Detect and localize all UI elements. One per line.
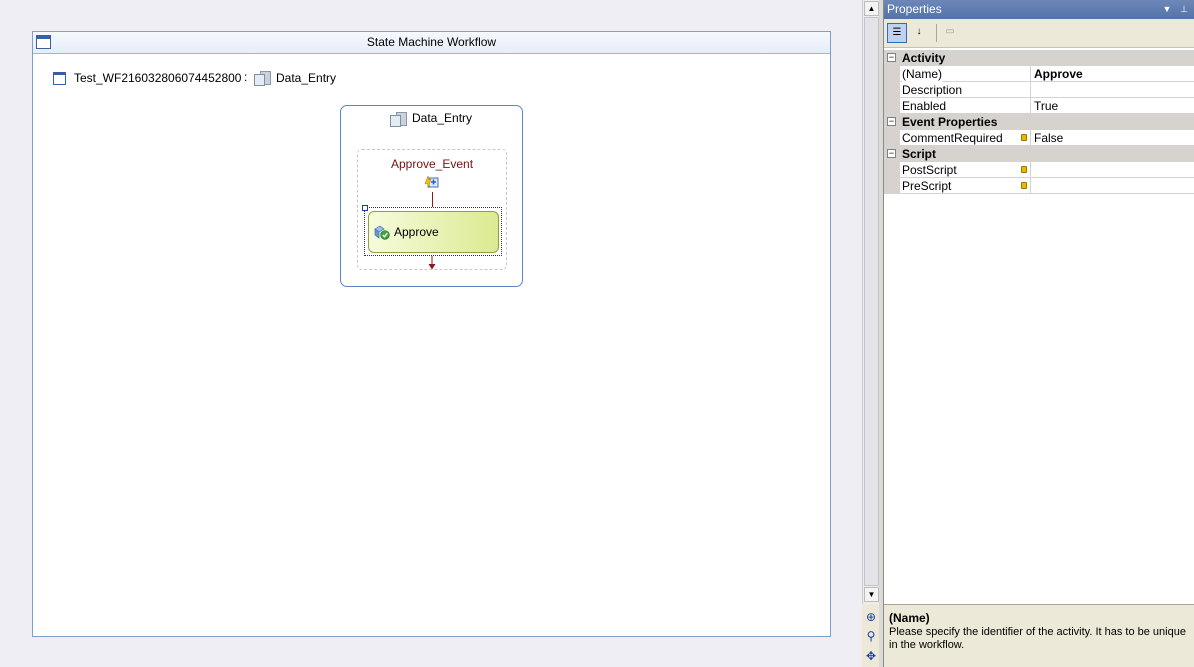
category-activity[interactable]: − Activity [884, 50, 1194, 66]
scroll-up-button[interactable]: ▲ [864, 1, 879, 16]
connector-line [432, 192, 433, 207]
properties-panel: Properties ▼ ⊥ ☰ ↓ ▭ − Activity (Name) A… [883, 0, 1194, 667]
category-script[interactable]: − Script [884, 146, 1194, 162]
selection-outline: Approve [362, 205, 502, 256]
dropdown-icon[interactable]: ▼ [1160, 0, 1174, 19]
selection-handle[interactable] [362, 205, 368, 211]
state-activity[interactable]: Data_Entry Approve_Event Approve [340, 105, 523, 287]
properties-title-bar: Properties ▼ ⊥ [884, 0, 1194, 19]
breadcrumb-separator: : [244, 70, 248, 84]
category-event-properties[interactable]: − Event Properties [884, 114, 1194, 130]
properties-toolbar: ☰ ↓ ▭ [884, 19, 1194, 48]
lock-icon [1021, 166, 1027, 173]
zoom-icon[interactable]: ⊕ [863, 609, 879, 625]
property-value-input[interactable]: True [1034, 98, 1058, 114]
property-name: CommentRequired [902, 131, 1003, 145]
breadcrumb-workflow[interactable]: Test_WF216032806074452800 [74, 70, 241, 86]
property-value-input[interactable]: False [1034, 130, 1063, 146]
event-title: Approve_Event [390, 157, 474, 171]
property-pages-icon: ▭ [945, 26, 955, 37]
workflow-title: State Machine Workflow [366, 35, 497, 49]
event-driven-activity[interactable]: Approve_Event Approve [357, 149, 507, 270]
workflow-icon [53, 72, 66, 85]
property-name: Enabled [902, 99, 947, 113]
description-text: Please specify the identifier of the act… [889, 626, 1186, 651]
workflow-icon [36, 35, 51, 49]
collapse-icon[interactable]: − [887, 149, 896, 158]
category-label: Event Properties [902, 115, 998, 129]
lock-icon [1021, 134, 1027, 141]
property-name: PreScript [902, 179, 952, 193]
property-row-name[interactable]: (Name) Approve [884, 66, 1194, 82]
arrow-down-icon [428, 256, 436, 270]
property-row-description[interactable]: Description [884, 82, 1194, 98]
alphabetical-icon[interactable]: ↓ [909, 23, 929, 43]
property-name: Description [902, 83, 963, 97]
property-description-pane: (Name) Please specify the identifier of … [884, 604, 1194, 667]
binoculars-icon[interactable]: ⚲ [863, 628, 879, 644]
workflow-header: State Machine Workflow [33, 32, 830, 54]
workflow-frame[interactable]: State Machine Workflow Test_WF2160328060… [32, 31, 831, 637]
state-icon [254, 71, 271, 86]
breadcrumb-state[interactable]: Data_Entry [276, 70, 336, 86]
designer-vertical-scrollbar[interactable]: ▲ ▼ [862, 0, 880, 604]
scroll-thumb[interactable] [864, 17, 879, 586]
collapse-icon[interactable]: − [887, 117, 896, 126]
event-driven-icon [424, 175, 439, 189]
designer-zoom-toolbar: ⊕ ⚲ ✥ [862, 604, 880, 667]
property-row-postscript[interactable]: PostScript [884, 162, 1194, 178]
properties-title: Properties [887, 2, 942, 16]
workflow-designer[interactable]: State Machine Workflow Test_WF2160328060… [0, 0, 862, 667]
property-value-input[interactable]: Approve [1034, 66, 1083, 82]
approve-activity[interactable]: Approve [368, 211, 499, 253]
state-title: Data_Entry [412, 111, 473, 125]
scroll-down-button[interactable]: ▼ [864, 587, 879, 602]
property-grid: − Activity (Name) Approve Description En… [884, 50, 1194, 194]
category-label: Script [902, 147, 937, 161]
pin-icon[interactable]: ⊥ [1177, 0, 1191, 19]
approve-icon [374, 225, 390, 240]
approve-activity-label: Approve [394, 225, 439, 239]
property-row-enabled[interactable]: Enabled True [884, 98, 1194, 114]
description-title: (Name) [889, 611, 930, 625]
toolbar-separator [936, 24, 937, 42]
property-row-commentrequired[interactable]: CommentRequired False [884, 130, 1194, 146]
categorized-icon[interactable]: ☰ [887, 23, 907, 43]
lock-icon [1021, 182, 1027, 189]
state-icon [390, 112, 407, 127]
category-label: Activity [902, 51, 946, 65]
property-name: (Name) [902, 66, 943, 82]
collapse-icon[interactable]: − [887, 53, 896, 62]
property-row-prescript[interactable]: PreScript [884, 178, 1194, 194]
pan-icon[interactable]: ✥ [863, 648, 879, 664]
property-name: PostScript [902, 163, 957, 177]
